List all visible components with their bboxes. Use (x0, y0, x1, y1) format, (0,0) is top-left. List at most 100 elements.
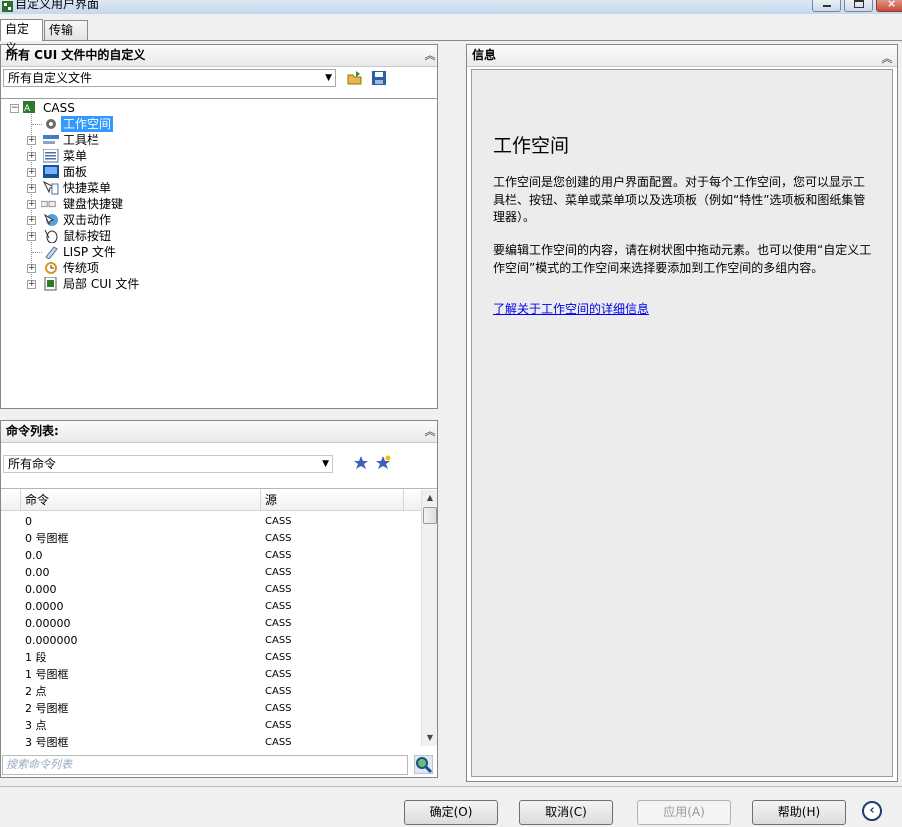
command-filter-value: 所有命令 (8, 457, 57, 471)
table-row[interactable]: 0.000 CASS (1, 581, 419, 598)
tree-node-toolbars[interactable]: + 工具栏 (1, 132, 301, 148)
tree-node-shortcut-menus[interactable]: + 快捷菜单 (1, 180, 301, 196)
tree-node-panels[interactable]: + 面板 (1, 164, 301, 180)
tree-collapse-toggle[interactable]: − (10, 104, 19, 113)
star-icon[interactable] (353, 455, 369, 471)
cui-file-filter-dropdown[interactable]: 所有自定义文件 ▼ (3, 69, 336, 87)
tree-expand-toggle[interactable]: + (27, 152, 36, 161)
table-row[interactable]: 3 点 CASS (1, 717, 419, 734)
command-source-cell: CASS (265, 669, 292, 680)
scroll-up-icon[interactable]: ▲ (422, 490, 438, 506)
command-source-cell: CASS (265, 635, 292, 646)
column-header-source[interactable]: 源 (261, 489, 404, 511)
tree-node-partial-cui-files[interactable]: + 局部 CUI 文件 (1, 276, 301, 292)
command-source-cell: CASS (265, 618, 292, 629)
search-icon[interactable] (414, 755, 433, 774)
new-command-icon[interactable] (375, 455, 391, 471)
vertical-scrollbar[interactable]: ▲ ▼ (421, 490, 437, 746)
table-row[interactable]: 2 点 CASS (1, 683, 419, 700)
info-content: 工作空间 工作空间是您创建的用户界面配置。对于每个工作空间，您可以显示工具栏、按… (471, 69, 893, 777)
menu-icon (43, 149, 59, 163)
table-row[interactable]: 0.000000 CASS (1, 632, 419, 649)
tree-expand-toggle[interactable]: + (27, 232, 36, 241)
command-list-title: 命令列表: (6, 424, 59, 438)
tab-transfer[interactable]: 传输 (44, 20, 88, 40)
customizations-panel-header: 所有 CUI 文件中的自定义 (1, 45, 437, 67)
command-name-cell: 0.00 (25, 566, 50, 579)
table-row[interactable]: 3 号图框 CASS (1, 734, 419, 747)
tree-node-cass[interactable]: − A CASS (1, 100, 301, 116)
tree-node-workspaces[interactable]: 工作空间 (1, 116, 301, 132)
tree-label: CASS (43, 101, 75, 115)
tree-expand-toggle[interactable]: + (27, 168, 36, 177)
minimize-button[interactable] (812, 0, 841, 12)
tree-expand-toggle[interactable]: + (27, 216, 36, 225)
command-source-cell: CASS (265, 550, 292, 561)
column-header-command[interactable]: 命令 (21, 489, 261, 511)
table-row[interactable]: 0.00000 CASS (1, 615, 419, 632)
tree-expand-toggle[interactable]: + (27, 280, 36, 289)
table-row[interactable]: 0.0000 CASS (1, 598, 419, 615)
panel-icon (43, 165, 59, 178)
column-header-blank (1, 489, 21, 511)
tree-expand-toggle[interactable]: + (27, 136, 36, 145)
tree-node-menus[interactable]: + 菜单 (1, 148, 301, 164)
shortcut-menu-icon (43, 181, 59, 195)
collapse-chevron-icon[interactable]: ︽ (881, 53, 893, 65)
tab-customize[interactable]: 自定义 (0, 19, 43, 55)
tree-node-keyboard-shortcuts[interactable]: + 键盘快捷键 (1, 196, 301, 212)
maximize-button[interactable] (844, 0, 873, 12)
open-file-icon[interactable] (347, 70, 363, 86)
scroll-thumb[interactable] (423, 507, 437, 524)
close-button[interactable]: × (876, 0, 902, 12)
tree-node-lisp-files[interactable]: LISP 文件 (1, 244, 301, 260)
command-list-table: 命令 源 0 CASS 0 号图框 CASS 0.0 CASS 0.00 CASS 0.000 C… (1, 488, 437, 747)
command-name-cell: 1 号图框 (25, 668, 69, 681)
column-header-blank (404, 489, 421, 511)
help-button[interactable]: 帮助(H) (752, 800, 846, 825)
command-list-header: 命令列表: (1, 421, 437, 443)
table-row[interactable]: 0 号图框 CASS (1, 530, 419, 547)
tab-strip-border (0, 40, 902, 41)
ok-button[interactable]: 确定(O) (404, 800, 498, 825)
tree-label: 键盘快捷键 (63, 197, 124, 211)
minimize-icon (823, 5, 831, 7)
command-list-panel: 命令列表: ︽ 所有命令 ▼ 命令 源 0 CASS 0 号图框 CASS 0.0 CAS… (0, 420, 438, 778)
table-row[interactable]: 1 号图框 CASS (1, 666, 419, 683)
tree-expand-toggle[interactable]: + (27, 184, 36, 193)
table-row[interactable]: 0 CASS (1, 513, 419, 530)
command-source-cell: CASS (265, 516, 292, 527)
collapse-panel-icon[interactable]: ‹ (862, 801, 882, 821)
tree-expand-toggle[interactable]: + (27, 264, 36, 273)
info-paragraph: 要编辑工作空间的内容，请在树状图中拖动元素。也可以使用“自定义工作空间”模式的工… (493, 243, 872, 275)
collapse-chevron-icon[interactable]: ︽ (424, 426, 436, 438)
command-source-cell: CASS (265, 703, 292, 714)
tree-label: 工作空间 (61, 116, 114, 132)
command-name-cell: 0 (25, 515, 32, 528)
command-filter-dropdown[interactable]: 所有命令 ▼ (3, 455, 333, 473)
collapse-chevron-icon[interactable]: ︽ (424, 50, 436, 62)
tree-label: 局部 CUI 文件 (63, 277, 140, 291)
tree-label: 菜单 (63, 149, 88, 163)
learn-more-link[interactable]: 了解关于工作空间的详细信息 (493, 300, 649, 317)
scroll-down-icon[interactable]: ▼ (422, 730, 438, 746)
command-source-cell: CASS (265, 720, 292, 731)
keyboard-icon (41, 200, 56, 208)
tree-label: 工具栏 (63, 133, 100, 147)
table-row[interactable]: 0.0 CASS (1, 547, 419, 564)
command-name-cell: 0 号图框 (25, 532, 69, 545)
command-name-cell: 0.000 (25, 583, 57, 596)
table-row[interactable]: 0.00 CASS (1, 564, 419, 581)
table-row[interactable]: 1 段 CASS (1, 649, 419, 666)
cancel-button[interactable]: 取消(C) (519, 800, 613, 825)
table-row[interactable]: 2 号图框 CASS (1, 700, 419, 717)
tree-node-legacy[interactable]: + 传统项 (1, 260, 301, 276)
command-name-cell: 3 点 (25, 719, 47, 732)
command-source-cell: CASS (265, 533, 292, 544)
command-search-input[interactable]: 搜索命令列表 (2, 755, 408, 775)
apply-button[interactable]: 应用(A) (637, 800, 731, 825)
tree-node-mouse-buttons[interactable]: + 鼠标按钮 (1, 228, 301, 244)
save-icon[interactable] (371, 70, 387, 86)
tree-node-double-click-actions[interactable]: + 双击动作 (1, 212, 301, 228)
tree-expand-toggle[interactable]: + (27, 200, 36, 209)
